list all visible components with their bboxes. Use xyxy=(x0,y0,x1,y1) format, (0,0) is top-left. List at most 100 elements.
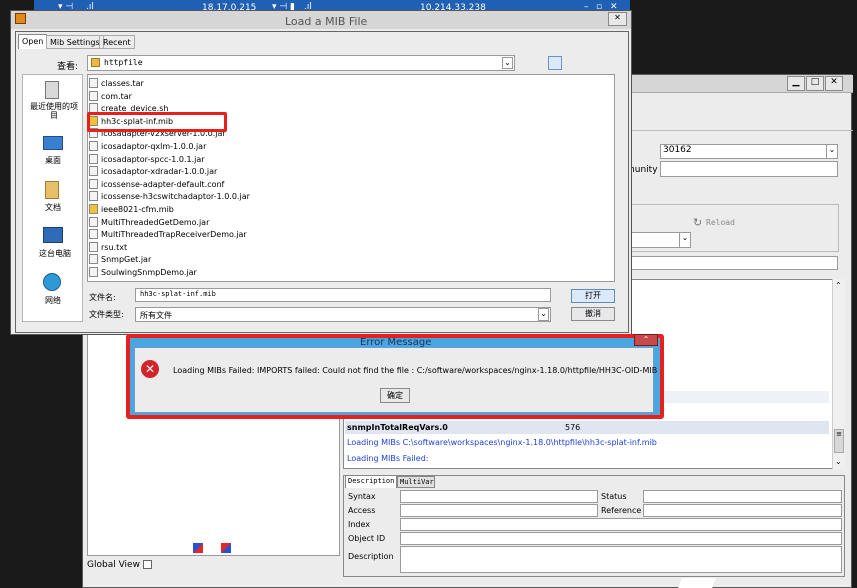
look-in-select[interactable]: httpfile ⌄ xyxy=(87,55,515,71)
global-view-label: Global View xyxy=(87,560,140,570)
tab-mib-settings[interactable]: Mib Settings xyxy=(46,35,104,49)
log-line-1: Loading MIBs C:\software\workspaces\ngin… xyxy=(347,438,657,447)
error-dialog: ✕ Loading MIBs Failed: IMPORTS failed: C… xyxy=(134,347,658,413)
file-icon xyxy=(89,267,98,277)
object-id-label: Object ID xyxy=(348,534,386,543)
filetype-select[interactable]: 所有文件 ⌄ xyxy=(135,307,551,322)
error-dialog-collapse-button[interactable]: ⌃ xyxy=(634,334,658,346)
file-name: SnmpGet.jar xyxy=(101,255,152,265)
file-icon xyxy=(89,254,98,265)
file-list-item[interactable]: MultiThreadedTrapReceiverDemo.jar xyxy=(89,229,247,241)
chevron-down-icon: ⌄ xyxy=(502,57,513,69)
reload-icon[interactable]: ↻ xyxy=(693,216,702,229)
file-icon xyxy=(89,90,98,101)
syntax-label: Syntax xyxy=(348,492,376,501)
file-list-item[interactable]: com.tar xyxy=(89,90,132,103)
documents-icon[interactable] xyxy=(45,181,59,199)
file-list-item[interactable]: ieee8021-cfm.mib xyxy=(89,204,174,216)
file-list-item[interactable]: SnmpGet.jar xyxy=(89,254,151,266)
tab-multivar[interactable]: MultiVar xyxy=(397,476,435,488)
file-name: com.tar xyxy=(101,91,132,101)
file-list-item[interactable]: SoulwingSnmpDemo.jar xyxy=(89,267,197,279)
view-mode-icon[interactable] xyxy=(548,56,562,70)
error-message: Loading MIBs Failed: IMPORTS failed: Cou… xyxy=(173,366,658,375)
file-list-item[interactable]: icossense-h3cswitchadaptor-1.0.0.jar xyxy=(89,191,250,203)
file-list-item[interactable]: icosadaptor-xdradar-1.0.0.jar xyxy=(89,166,217,178)
index-field[interactable] xyxy=(400,518,842,531)
filetype-label: 文件类型: xyxy=(89,310,124,319)
reload-select[interactable]: ⌄ xyxy=(625,232,691,248)
description-field[interactable] xyxy=(400,546,842,573)
main-close-button[interactable]: ✕ xyxy=(825,76,843,91)
tab-description[interactable]: Description xyxy=(345,475,397,488)
chevron-down-icon: ⌄ xyxy=(826,145,837,158)
file-list-item[interactable]: icosadaptor-qxlm-1.0.0.jar xyxy=(89,141,206,153)
file-icon xyxy=(89,241,98,252)
global-view-checkbox[interactable] xyxy=(142,560,152,569)
highlight-box-file xyxy=(87,112,227,132)
status-field[interactable] xyxy=(643,490,842,503)
look-in-label: 查看: xyxy=(57,62,79,72)
file-name: icosadaptor-qxlm-1.0.0.jar xyxy=(101,142,207,151)
file-list-item[interactable]: rsu.txt xyxy=(89,241,127,254)
dialog-title: Load a MIB File xyxy=(285,15,368,28)
place-network[interactable]: 网络 xyxy=(45,295,61,306)
open-button[interactable]: 打开 xyxy=(571,289,615,303)
object-id-field[interactable] xyxy=(400,532,842,545)
desktop-icon[interactable] xyxy=(43,136,63,150)
reference-label: Reference xyxy=(601,506,642,515)
scroll-thumb[interactable]: ≡ xyxy=(834,429,844,453)
tab-recent[interactable]: Recent xyxy=(99,35,135,49)
file-icon xyxy=(89,178,98,189)
file-list-item[interactable]: classes.tar xyxy=(89,78,144,90)
look-in-value: httpfile xyxy=(104,58,143,67)
main-maximize-button[interactable]: □ xyxy=(806,76,824,91)
place-this-pc[interactable]: 这台电脑 xyxy=(39,248,71,259)
place-desktop[interactable]: 桌面 xyxy=(45,155,61,166)
result-scrollbar[interactable]: ⌃ ≡ ⌄ xyxy=(832,279,845,469)
load-mib-dialog: Load a MIB File ✕ Open Mib Settings Rece… xyxy=(10,10,632,335)
file-icon xyxy=(89,141,98,151)
dialog-close-button[interactable]: ✕ xyxy=(608,12,627,26)
reference-field[interactable] xyxy=(643,504,842,517)
port-select[interactable]: 30162 ⌄ xyxy=(660,144,838,159)
filename-field[interactable]: hh3c-splat-inf.mib xyxy=(135,288,551,302)
tree-icon-b[interactable] xyxy=(221,543,231,553)
description-label: Description xyxy=(348,552,394,561)
file-name: classes.tar xyxy=(101,79,144,88)
place-recent[interactable]: 最近使用的项目 xyxy=(28,102,80,120)
file-icon xyxy=(89,166,98,177)
main-minimize-button[interactable]: ▁ xyxy=(787,76,805,91)
reload-label[interactable]: Reload xyxy=(706,218,735,227)
access-field[interactable] xyxy=(400,504,598,517)
access-label: Access xyxy=(348,506,376,515)
error-ok-button[interactable]: 确定 xyxy=(380,388,410,403)
file-icon xyxy=(89,153,98,164)
file-list-item[interactable]: icosadaptor-spcc-1.0.1.jar xyxy=(89,153,205,166)
global-view-checkbox-row[interactable]: Global View xyxy=(87,560,152,570)
file-icon xyxy=(89,229,98,240)
mib-file-icon xyxy=(89,204,98,214)
syntax-field[interactable] xyxy=(400,490,598,503)
file-icon xyxy=(89,191,98,202)
file-list-item[interactable]: icossense-adapter-default.conf xyxy=(89,178,224,191)
community-field[interactable] xyxy=(660,161,838,177)
port-value: 30162 xyxy=(663,145,692,155)
file-name: icosadaptor-spcc-1.0.1.jar xyxy=(101,154,205,164)
place-documents[interactable]: 文档 xyxy=(45,202,61,213)
chevron-down-icon[interactable]: ⌄ xyxy=(835,457,842,466)
network-icon[interactable] xyxy=(43,273,61,291)
tree-icon-a[interactable] xyxy=(193,543,203,553)
chevron-up-icon[interactable]: ⌃ xyxy=(835,281,842,290)
result-row-value: 576 xyxy=(565,423,581,432)
tab-open[interactable]: Open xyxy=(18,34,48,49)
file-name: ieee8021-cfm.mib xyxy=(101,205,174,214)
filename-value: hh3c-splat-inf.mib xyxy=(140,290,216,298)
file-icon xyxy=(89,78,98,88)
recent-items-icon[interactable] xyxy=(45,81,59,99)
file-list-item[interactable]: MultiThreadedGetDemo.jar xyxy=(89,216,209,229)
cancel-button[interactable]: 撤消 xyxy=(571,307,615,321)
file-icon xyxy=(89,216,98,227)
chevron-down-icon: ⌄ xyxy=(679,233,690,247)
this-pc-icon[interactable] xyxy=(43,227,63,243)
